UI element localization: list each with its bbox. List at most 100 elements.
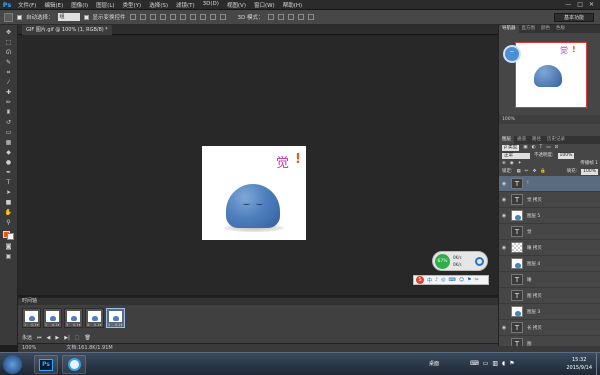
layer-row[interactable]: ◉ T 长 拷贝 [499, 320, 600, 336]
minimize-icon[interactable]: — [565, 1, 571, 8]
show-desktop-button[interactable] [596, 353, 600, 375]
timeline-frame[interactable]: 5 0.1▾ [106, 308, 125, 328]
align-middle-icon[interactable] [139, 14, 146, 20]
align-top-icon[interactable] [129, 14, 136, 20]
workspace-switcher[interactable]: 基本功能 [554, 12, 594, 22]
layer-row[interactable]: T睡 [499, 272, 600, 288]
menu-item-1[interactable]: 编辑(E) [40, 1, 67, 9]
pen-tool-icon[interactable]: ✒ [5, 169, 13, 176]
nav-tabs-2[interactable]: 颜色 [538, 25, 553, 33]
timeline-frame[interactable]: 3 0.1▾ [64, 308, 83, 328]
delete-frame-button[interactable]: 🗑 [85, 335, 91, 341]
ime-tools-icon[interactable]: ✂ [475, 277, 479, 283]
unify-position-icon[interactable]: ⊕ [502, 160, 506, 168]
menu-item-6[interactable]: 滤镜(T) [172, 1, 199, 9]
rectangle-tool-icon[interactable]: ■ [5, 199, 13, 206]
unify-style-icon[interactable]: ✦ [518, 160, 522, 168]
layer-name[interactable]: 图层 4 [527, 261, 540, 267]
menu-item-0[interactable]: 文件(F) [14, 1, 40, 9]
close-icon[interactable]: ✕ [589, 1, 594, 8]
first-frame-button[interactable]: ⏮ [37, 335, 42, 341]
3d-pan-icon[interactable] [287, 14, 294, 20]
visibility-eye-icon[interactable]: ◉ [499, 213, 509, 219]
layer-name[interactable]: 图层 5 [527, 213, 540, 219]
distribute-left-icon[interactable] [219, 14, 226, 20]
play-button[interactable]: ▶ [55, 335, 59, 341]
filter-type-icon[interactable]: T [540, 144, 543, 152]
menu-item-9[interactable]: 窗口(W) [250, 1, 279, 9]
layer-name[interactable]: 觉 拷贝 [527, 197, 542, 203]
ime-toolbar[interactable]: S 中 ♪ ◎ ⌨ ☺ ⚑ ✂ [413, 275, 489, 285]
maximize-icon[interactable]: □ [577, 1, 583, 8]
propagate-frame-label[interactable]: 传播帧 1 [580, 160, 598, 168]
ime-flag-icon[interactable]: ⚑ [467, 277, 471, 283]
menu-item-3[interactable]: 图层(L) [92, 1, 118, 9]
nav-tabs-3[interactable]: 色板 [553, 25, 568, 33]
quick-select-tool-icon[interactable]: ✎ [5, 59, 13, 66]
duplicate-frame-button[interactable]: ⬚ [75, 335, 80, 341]
layer-tabs-0[interactable]: 图层 [499, 136, 514, 144]
marquee-tool-icon[interactable]: ⬚ [5, 39, 13, 46]
layer-name[interactable]: 觉 [527, 229, 532, 235]
taskbar-browser[interactable] [62, 355, 86, 374]
frame-delay[interactable]: 0.1▾ [94, 323, 101, 327]
nav-tabs-0[interactable]: 导航器 [499, 25, 519, 33]
menu-item-7[interactable]: 3D(D) [199, 1, 223, 9]
distribute-top-icon[interactable] [189, 14, 196, 20]
align-bottom-icon[interactable] [149, 14, 156, 20]
align-right-icon[interactable] [179, 14, 186, 20]
wifi-float-icon[interactable]: ⌔ [503, 45, 521, 63]
type-tool-icon[interactable]: T [5, 179, 13, 186]
tray-network-icon[interactable]: ▥ [492, 360, 498, 367]
hand-tool-icon[interactable]: ✋ [5, 209, 13, 216]
layer-row[interactable]: 图层 3 [499, 304, 600, 320]
3d-slide-icon[interactable] [297, 14, 304, 20]
3d-roll-icon[interactable] [277, 14, 284, 20]
clone-stamp-tool-icon[interactable]: ♜ [5, 109, 13, 116]
layer-row[interactable]: T 图 拷贝 [499, 288, 600, 304]
tray-keyboard-icon[interactable]: ⌨ [470, 360, 479, 367]
lock-transparent-icon[interactable]: ▦ [517, 168, 521, 176]
layer-row[interactable]: 图层 4 [499, 256, 600, 272]
ime-chinese-mode[interactable]: 中 [427, 277, 432, 284]
nav-tabs-1[interactable]: 直方图 [519, 25, 539, 33]
layer-filter-kind[interactable]: ρ 类型 [502, 145, 520, 151]
lock-move-icon[interactable]: ✥ [533, 168, 537, 176]
move-tool-icon[interactable] [4, 12, 13, 22]
3d-rotate-icon[interactable] [267, 14, 274, 20]
layer-tabs-1[interactable]: 通道 [514, 136, 529, 144]
path-select-tool-icon[interactable]: ➤ [5, 189, 13, 196]
layer-row[interactable]: ◉ T! [499, 176, 600, 192]
ime-punct-icon[interactable]: ♪ [435, 277, 438, 283]
visibility-eye-icon[interactable]: ◉ [499, 197, 509, 203]
color-swatches[interactable] [3, 231, 14, 240]
desktop-label[interactable]: 桌面 [429, 360, 439, 367]
layer-tabs-3[interactable]: 历史记录 [544, 136, 568, 144]
screen-mode-icon[interactable]: ▣ [5, 253, 13, 260]
layer-row[interactable]: ◉ T 觉 拷贝 [499, 192, 600, 208]
taskbar-photoshop[interactable]: Ps [34, 355, 58, 374]
navigator-preview[interactable]: 觉 ! [515, 42, 587, 108]
lock-all-icon[interactable]: 🔒 [540, 168, 546, 176]
navigator-zoom[interactable]: 100% [499, 115, 600, 124]
layer-row[interactable]: ◉ 图层 5 [499, 208, 600, 224]
layer-name[interactable]: 图层 3 [527, 309, 540, 315]
filter-shape-icon[interactable]: ▭ [546, 144, 550, 152]
ime-skin-icon[interactable]: ◎ [441, 277, 445, 283]
unify-visibility-icon[interactable]: ◉ [510, 160, 514, 168]
menu-item-5[interactable]: 选择(S) [145, 1, 172, 9]
frame-delay[interactable]: 0.1▾ [73, 323, 80, 327]
lock-paint-icon[interactable]: ✏ [525, 168, 529, 176]
layer-name[interactable]: 长 拷贝 [527, 325, 542, 331]
history-brush-tool-icon[interactable]: ↺ [5, 119, 13, 126]
healing-brush-tool-icon[interactable]: ✚ [5, 89, 13, 96]
menu-item-2[interactable]: 图像(I) [67, 1, 92, 9]
blend-mode-dropdown[interactable]: 正常 [502, 153, 530, 159]
network-speed-widget[interactable]: 67% 0K/s 0K/s [432, 251, 488, 271]
layer-tabs-2[interactable]: 路径 [529, 136, 544, 144]
layer-name[interactable]: ! [527, 181, 529, 186]
filter-pixel-icon[interactable]: ▣ [523, 144, 527, 152]
layer-row[interactable]: ◉ 睡 拷贝 [499, 240, 600, 256]
distribute-middle-icon[interactable] [199, 14, 206, 20]
timeline-frame[interactable]: 4 0.1▾ [85, 308, 104, 328]
